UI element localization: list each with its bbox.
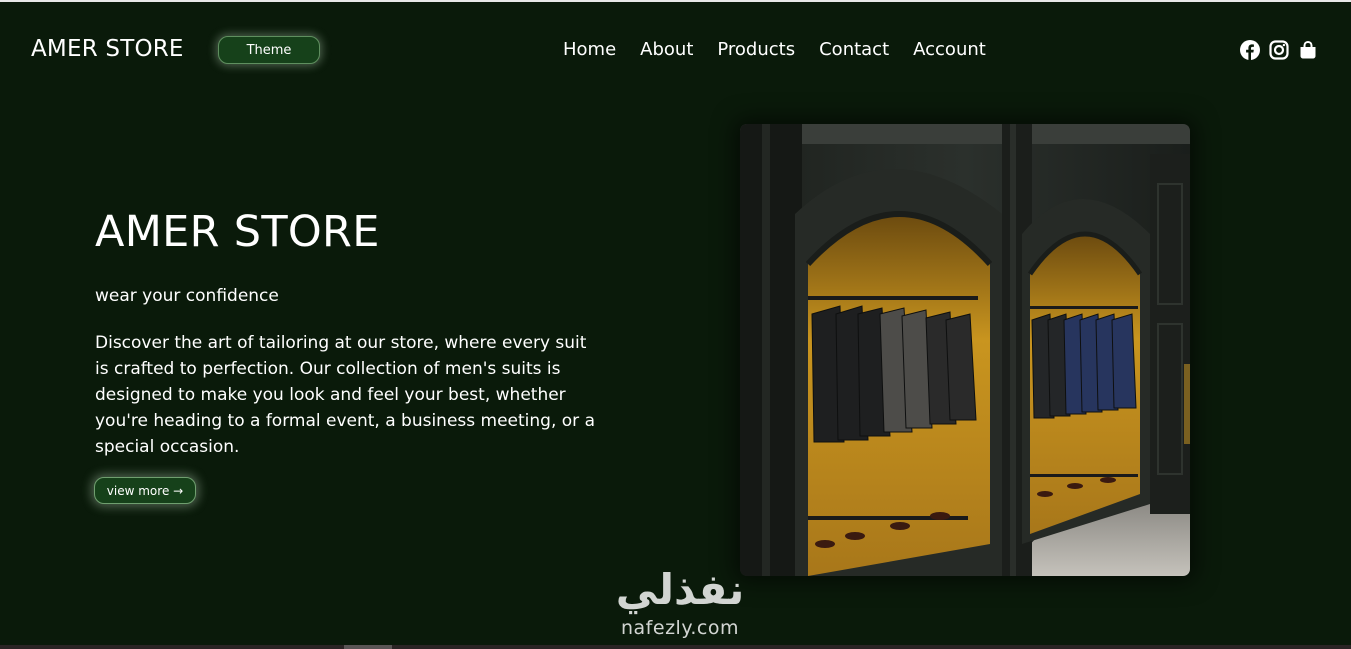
nav-home[interactable]: Home	[563, 39, 616, 60]
nav-account[interactable]: Account	[913, 39, 986, 60]
hero-description: Discover the art of tailoring at our sto…	[95, 333, 595, 457]
page: AMER STORE Theme Home About Products Con…	[0, 0, 1351, 649]
horizontal-scrollbar[interactable]	[0, 645, 1351, 649]
hero-title: AMER STORE	[95, 207, 380, 257]
watermark: نفذلي nafezly.com	[595, 565, 765, 640]
instagram-icon[interactable]	[1269, 40, 1289, 60]
nav-products[interactable]: Products	[717, 39, 795, 60]
watermark-latin: nafezly.com	[621, 617, 739, 639]
nav-about[interactable]: About	[640, 39, 693, 60]
hero-image	[740, 124, 1190, 576]
watermark-arabic: نفذلي	[615, 565, 745, 614]
hero-tagline: wear your confidence	[95, 286, 279, 306]
scrollbar-thumb[interactable]	[344, 645, 392, 649]
facebook-icon[interactable]	[1240, 40, 1260, 60]
social-links	[1240, 40, 1318, 60]
theme-toggle-button[interactable]: Theme	[218, 36, 320, 64]
shopping-bag-icon[interactable]	[1298, 40, 1318, 60]
nav-contact[interactable]: Contact	[819, 39, 889, 60]
main-nav: Home About Products Contact Account	[563, 39, 986, 60]
view-more-button[interactable]: view more →	[94, 477, 196, 504]
brand-logo[interactable]: AMER STORE	[31, 36, 184, 62]
